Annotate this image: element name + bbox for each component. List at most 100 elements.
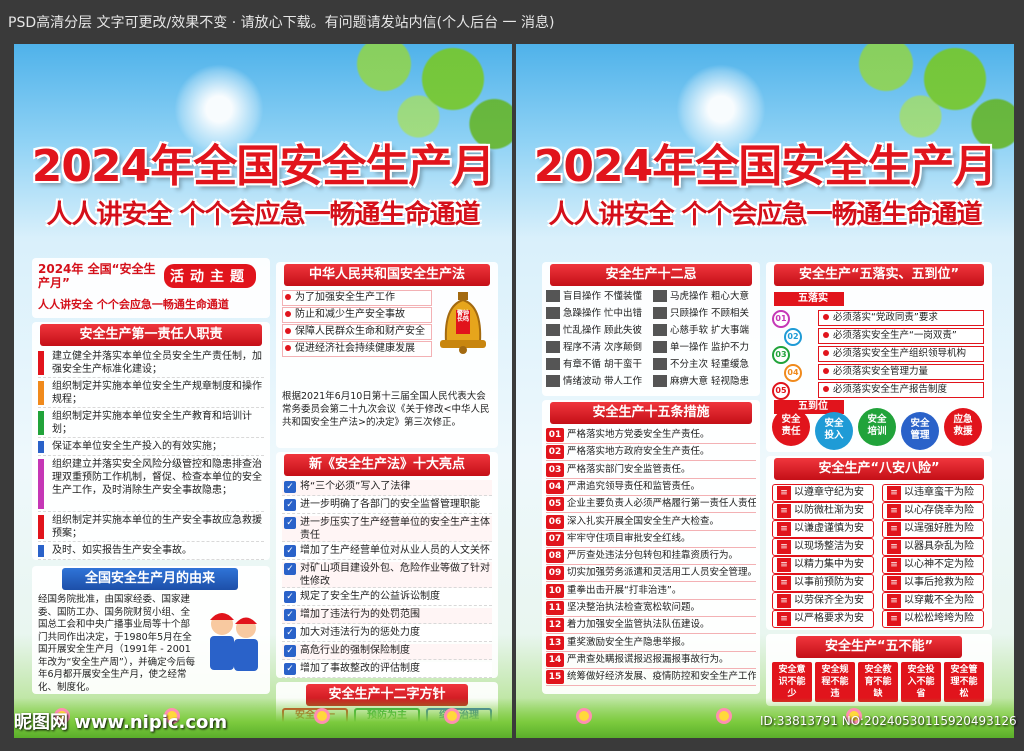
five-tag: 安全培训	[858, 408, 896, 446]
highlight-text: 规定了安全生产的公益诉讼制度	[300, 591, 440, 602]
measure-item: 07 牢牢守住项目审批安全红线。	[546, 531, 756, 548]
highlight-item: ✓ 加大对违法行为的惩处力度	[282, 626, 492, 642]
top-info-bar: PSD高清分层 文字可更改/效果不变 · 请放心下载。有问题请发站内信(个人后台…	[0, 0, 1024, 44]
poster-title: 2024年全国安全生产月	[31, 141, 495, 192]
eight-text: 以现场整洁为安	[794, 541, 864, 552]
duty-marker	[38, 411, 44, 435]
measure-text: 企业主要负责人必须严格履行第一责任人责任。	[567, 498, 756, 510]
poster-right: 2024年全国安全生产月 人人讲安全 个个会应急一畅通生命通道 安全生产十二忌 …	[516, 44, 1014, 738]
eight-risk-item: ≡ 以穿戴不全为险	[882, 592, 984, 610]
measure-text: 重奖激励安全生产隐患举报。	[567, 636, 691, 648]
measure-number: 15	[546, 670, 564, 685]
duty-item: 组织建立并落实安全风险分级管控和隐患排查治理双重预防工作机制，督促、检查本单位的…	[38, 458, 264, 512]
eight-risk-item: ≡ 以违章蛮干为险	[882, 484, 984, 502]
five-number-badge: 05	[772, 382, 790, 400]
measure-text: 统筹做好经济发展、疫情防控和安全生产工作。	[567, 671, 756, 683]
five-item: 必须落实“党政同责”要求	[818, 310, 984, 326]
measure-number: 12	[546, 618, 564, 633]
measure-number: 10	[546, 583, 564, 598]
list-icon: ≡	[887, 558, 901, 572]
highlight-text: 对矿山项目建设外包、危险作业等做了针对性修改	[300, 563, 490, 587]
list-icon: ≡	[777, 612, 791, 626]
duty-item: 保证本单位安全生产投入的有效实施；	[38, 440, 264, 456]
list-icon: ≡	[887, 486, 901, 500]
duty-text: 组织制定并实施本单位的生产安全事故应急救援预案；	[52, 515, 262, 539]
eight-text: 以精力集中为安	[794, 559, 864, 570]
check-icon: ✓	[284, 663, 296, 675]
list-icon: ≡	[887, 540, 901, 554]
five-title: 安全生产“五落实、五到位”	[774, 264, 984, 286]
list-icon: ≡	[887, 576, 901, 590]
duty-item: 及时、如实报告生产安全事故。	[38, 544, 264, 560]
measure-number: 06	[546, 514, 564, 529]
duty-marker	[38, 441, 44, 453]
measure-text: 着力加强安全监管执法队伍建设。	[567, 619, 710, 631]
taboo-text: 情绪波动 带人工作	[563, 376, 643, 387]
poster-left: 2024年全国安全生产月 人人讲安全 个个会应急一畅通生命通道 2024年 全国…	[14, 44, 512, 738]
check-icon: ✓	[284, 627, 296, 639]
taboo-text: 不分主次 轻重缓急	[670, 359, 750, 370]
five-no-item: 安全教育不能缺	[858, 662, 898, 702]
law-text: 保障人民群众生命和财产安全	[295, 326, 425, 337]
measure-number: 01	[546, 428, 564, 442]
five-tag: 应急救援	[944, 408, 982, 446]
block-icon	[653, 307, 667, 319]
measure-item: 01 严格落实地方党委安全生产责任。	[546, 428, 756, 444]
taboo-item: 程序不清 次序颠倒	[546, 341, 650, 357]
eight-text: 以事前预防为安	[794, 577, 864, 588]
five-text: 必须落实“党政同责”要求	[833, 312, 938, 323]
law-note: 根据2021年6月10日第十三届全国人民代表大会常务委员会第二十九次会议《关于修…	[282, 391, 490, 428]
law-item: 为了加强安全生产工作	[282, 290, 432, 306]
theme-panel: 2024年 全国“安全生产月” 活动主题 人人讲安全 个个会应急一畅通生命通道	[32, 258, 270, 318]
measure-text: 严肃查处瞒报谎报迟报漏报事故行为。	[567, 653, 729, 665]
eight-text: 以穿戴不全为险	[904, 595, 974, 606]
check-icon: ✓	[284, 545, 296, 557]
site-watermark: 昵图网 www.nipic.com	[14, 712, 228, 733]
eight-safe-item: ≡ 以劳保齐全为安	[772, 592, 874, 610]
eight-text: 以逞强好胜为险	[904, 523, 974, 534]
taboo-text: 有章不循 胡干蛮干	[563, 359, 643, 370]
eight-text: 以心存侥幸为险	[904, 505, 974, 516]
five-panel: 安全生产“五落实、五到位” 五落实 01 必须落实“党政同责”要求 02 必须落实安全…	[766, 262, 992, 452]
duty-text: 建立健全并落实本单位全员安全生产责任制，加强安全生产标准化建设；	[52, 351, 262, 375]
eight-panel: 安全生产“八安八险” ≡ 以遵章守纪为安 ≡ 以防微杜渐为安 ≡ 以谦虚谨慎为安 ≡ 以现场整…	[766, 456, 992, 630]
measure-item: 04 严肃追究领导责任和监管责任。	[546, 479, 756, 496]
measure-text: 严格落实地方政府安全生产责任。	[567, 446, 710, 458]
measure-item: 08 严厉查处违法分包转包和挂靠资质行为。	[546, 549, 756, 566]
eight-text: 以严格要求为安	[794, 613, 864, 624]
highlight-text: 增加了违法行为的处罚范围	[300, 609, 420, 620]
block-icon	[653, 324, 667, 336]
five-text: 必须落实安全生产组织领导机构	[833, 348, 967, 359]
measure-item: 12 着力加强安全监管执法队伍建设。	[546, 618, 756, 635]
duty-panel: 安全生产第一责任人职责 建立健全并落实本单位全员安全生产责任制，加强安全生产标准…	[32, 322, 270, 560]
block-icon	[653, 358, 667, 370]
eight-text: 以遵章守纪为安	[794, 487, 864, 498]
law-text: 促进经济社会持续健康发展	[295, 343, 415, 354]
five-number-badge: 01	[772, 310, 790, 328]
five-tag: 安全责任	[772, 408, 810, 446]
taboo-text: 心慈手软 扩大事端	[670, 325, 750, 336]
fifteen-panel: 安全生产十五条措施 01 严格落实地方党委安全生产责任。 02 严格落实地方政府安全生…	[542, 400, 760, 694]
measure-number: 02	[546, 445, 564, 460]
eight-risk-item: ≡ 以逞强好胜为险	[882, 520, 984, 538]
measure-item: 10 重拳出击开展“打非治违”。	[546, 583, 756, 600]
taboo-text: 麻痹大意 轻视隐患	[670, 376, 750, 387]
list-icon: ≡	[777, 504, 791, 518]
highlight-item: ✓ 将“三个必须”写入了法律	[282, 480, 492, 496]
law-item: 促进经济社会持续健康发展	[282, 341, 432, 357]
five-no-item: 安全管理不能松	[944, 662, 984, 702]
check-icon: ✓	[284, 481, 296, 493]
bullet-icon	[285, 345, 291, 351]
taboo-text: 盲目操作 不懂装懂	[563, 291, 643, 302]
duty-item: 组织制定并实施本单位安全生产教育和培训计划；	[38, 410, 264, 438]
measure-text: 严肃追究领导责任和监管责任。	[567, 480, 701, 492]
eight-safe-item: ≡ 以防微杜渐为安	[772, 502, 874, 520]
five-no-item: 安全规程不能违	[815, 662, 855, 702]
taboo-item: 急躁操作 忙中出错	[546, 307, 650, 323]
taboo-item: 心慈手软 扩大事端	[653, 324, 757, 340]
measure-text: 牢牢守住项目审批安全红线。	[567, 532, 691, 544]
five-number-badge: 03	[772, 346, 790, 364]
measure-text: 重拳出击开展“打非治违”。	[567, 584, 682, 596]
check-icon: ✓	[284, 645, 296, 657]
check-icon: ✓	[284, 563, 296, 575]
